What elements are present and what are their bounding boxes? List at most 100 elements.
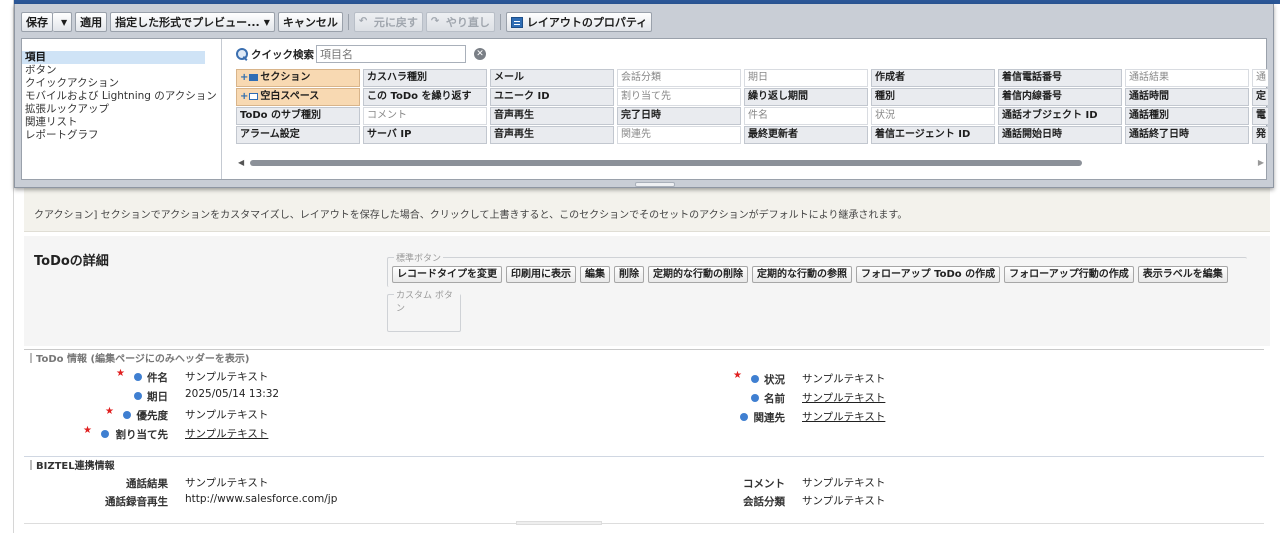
palette-field-item[interactable]: 完了日時: [617, 107, 741, 125]
palette-field-item[interactable]: 音声再生: [490, 126, 614, 144]
clear-search-icon[interactable]: ✕: [474, 48, 486, 60]
field-value: 2025/05/14 13:32: [185, 388, 280, 400]
custom-buttons-group: カスタム ボタン: [387, 288, 461, 332]
palette-category-item[interactable]: モバイルおよび Lightning のアクション: [22, 90, 221, 103]
field-value[interactable]: サンプルテキスト: [802, 409, 885, 424]
palette-field-item[interactable]: 通話結果: [1125, 69, 1249, 87]
palette-field-label: 通話開始日時: [1002, 129, 1062, 140]
palette-field-item[interactable]: 件名: [744, 107, 868, 125]
palette-field-item[interactable]: 着信電話番号: [998, 69, 1122, 87]
palette-field-label: 通: [1256, 72, 1266, 83]
palette-category-item[interactable]: ボタン: [22, 64, 221, 77]
palette-field-item[interactable]: 関連先: [617, 126, 741, 144]
palette-field-item[interactable]: + セクション: [236, 69, 360, 87]
next-section-tab: [516, 521, 602, 525]
standard-button[interactable]: 印刷用に表示: [506, 266, 576, 283]
palette-field-item[interactable]: 状況: [871, 107, 995, 125]
palette-field-item[interactable]: 音声再生: [490, 107, 614, 125]
palette-field-item[interactable]: 着信内線番号: [998, 88, 1122, 106]
palette-category-item[interactable]: レポートグラフ: [22, 129, 221, 142]
palette-field-item[interactable]: 期日: [744, 69, 868, 87]
palette-field-item[interactable]: この ToDo を繰り返す: [363, 88, 487, 106]
scroll-right-icon[interactable]: ▶: [1258, 158, 1264, 167]
palette-field-item[interactable]: アラーム設定: [236, 126, 360, 144]
palette-field-item[interactable]: 種別: [871, 88, 995, 106]
layout-properties-label: レイアウトのプロパティ: [526, 16, 648, 29]
palette-field-label: 通話オブジェクト ID: [1002, 110, 1098, 121]
standard-button[interactable]: 削除: [614, 266, 644, 283]
palette-field-item[interactable]: 発: [1252, 126, 1268, 144]
field-value[interactable]: サンプルテキスト: [802, 390, 885, 405]
palette-category-item[interactable]: 関連リスト: [22, 116, 221, 129]
palette-field-label: 状況: [875, 110, 895, 121]
field-value: サンプルテキスト: [185, 409, 269, 421]
add-icon: +: [240, 72, 249, 83]
palette-resize-handle[interactable]: [635, 182, 675, 187]
cancel-button[interactable]: キャンセル: [277, 12, 343, 32]
apply-button[interactable]: 適用: [75, 12, 108, 32]
field-label: コメント: [743, 478, 785, 490]
quick-search-input[interactable]: [316, 45, 466, 63]
biztel-section-header[interactable]: BIZTEL連携情報: [24, 456, 1264, 472]
palette-field-item[interactable]: ユニーク ID: [490, 88, 614, 106]
standard-button[interactable]: 表示ラベルを編集: [1137, 266, 1228, 283]
standard-button[interactable]: 定期的な行動の参照: [752, 266, 852, 283]
palette-scrollbar[interactable]: ◀ ▶: [236, 157, 1268, 169]
palette-field-label: セクション: [260, 72, 311, 83]
standard-button[interactable]: 編集: [580, 266, 610, 283]
palette-category-item[interactable]: クイックアクション: [22, 77, 221, 90]
todo-section-header[interactable]: ToDo 情報 (編集ページにのみヘッダーを表示): [24, 349, 1264, 365]
palette-field-item[interactable]: 繰り返し期間: [744, 88, 868, 106]
preview-label: 指定した形式でプレビュー...: [115, 16, 260, 29]
undo-button[interactable]: ↶ 元に戻す: [353, 12, 423, 32]
redo-button[interactable]: ↷ やり直し: [425, 12, 495, 32]
palette-field-item[interactable]: 作成者: [871, 69, 995, 87]
palette-field-item[interactable]: 通話オブジェクト ID: [998, 107, 1122, 125]
palette-field-item[interactable]: 会話分類: [617, 69, 741, 87]
palette-field-item[interactable]: 定: [1252, 88, 1268, 106]
palette-field-label: 作成者: [875, 72, 905, 83]
palette-field-label: 期日: [748, 72, 768, 83]
palette-field-item[interactable]: 電: [1252, 107, 1268, 125]
required-marker: ★: [733, 370, 742, 381]
window-left-border: [0, 0, 14, 533]
palette-field-item[interactable]: + 空白スペース: [236, 88, 360, 106]
palette-category-item[interactable]: 項目: [22, 51, 205, 64]
save-dropdown-button[interactable]: ▼: [53, 12, 73, 32]
palette-field-item[interactable]: メール: [490, 69, 614, 87]
preview-as-button[interactable]: 指定した形式でプレビュー... ▼: [110, 12, 275, 32]
standard-button[interactable]: レコードタイプを変更: [392, 266, 502, 283]
palette-field-item[interactable]: コメント: [363, 107, 487, 125]
palette-field-label: この ToDo を繰り返す: [367, 91, 472, 102]
save-split-button: 保存 ▼: [21, 12, 73, 32]
palette-field-item[interactable]: 通話時間: [1125, 88, 1249, 106]
standard-button[interactable]: 定期的な行動の削除: [648, 266, 748, 283]
scrollbar-thumb[interactable]: [250, 160, 1082, 166]
palette-field-item[interactable]: 最終更新者: [744, 126, 868, 144]
palette-category-item[interactable]: 拡張ルックアップ: [22, 103, 221, 116]
search-icon: [236, 47, 249, 61]
undo-label: 元に戻す: [373, 16, 418, 29]
palette-field-label: 音声再生: [494, 129, 534, 140]
next-section-divider: [24, 523, 1264, 524]
scroll-left-icon[interactable]: ◀: [238, 158, 244, 167]
field-label: 期日: [147, 391, 168, 403]
palette-field-item[interactable]: 通: [1252, 69, 1268, 87]
field-value[interactable]: サンプルテキスト: [185, 426, 268, 441]
palette-field-label: 発: [1256, 129, 1266, 140]
palette-field-item[interactable]: ToDo のサブ種別: [236, 107, 360, 125]
standard-button[interactable]: フォローアップ ToDo の作成: [856, 266, 1001, 283]
field-label: 関連先: [753, 412, 786, 424]
palette-field-item[interactable]: 通話開始日時: [998, 126, 1122, 144]
required-marker: ★: [105, 406, 114, 417]
palette-field-item[interactable]: 通話終了日時: [1125, 126, 1249, 144]
standard-button[interactable]: フォローアップ行動の作成: [1004, 266, 1134, 283]
palette-field-item[interactable]: 割り当て先: [617, 88, 741, 106]
save-button[interactable]: 保存: [21, 12, 53, 32]
palette-field-item[interactable]: 着信エージェント ID: [871, 126, 995, 144]
palette-field-item[interactable]: サーバ IP: [363, 126, 487, 144]
palette-field-item[interactable]: カスハラ種別: [363, 69, 487, 87]
properties-icon: [510, 16, 523, 28]
layout-properties-button[interactable]: レイアウトのプロパティ: [505, 12, 653, 32]
palette-field-item[interactable]: 通話種別: [1125, 107, 1249, 125]
